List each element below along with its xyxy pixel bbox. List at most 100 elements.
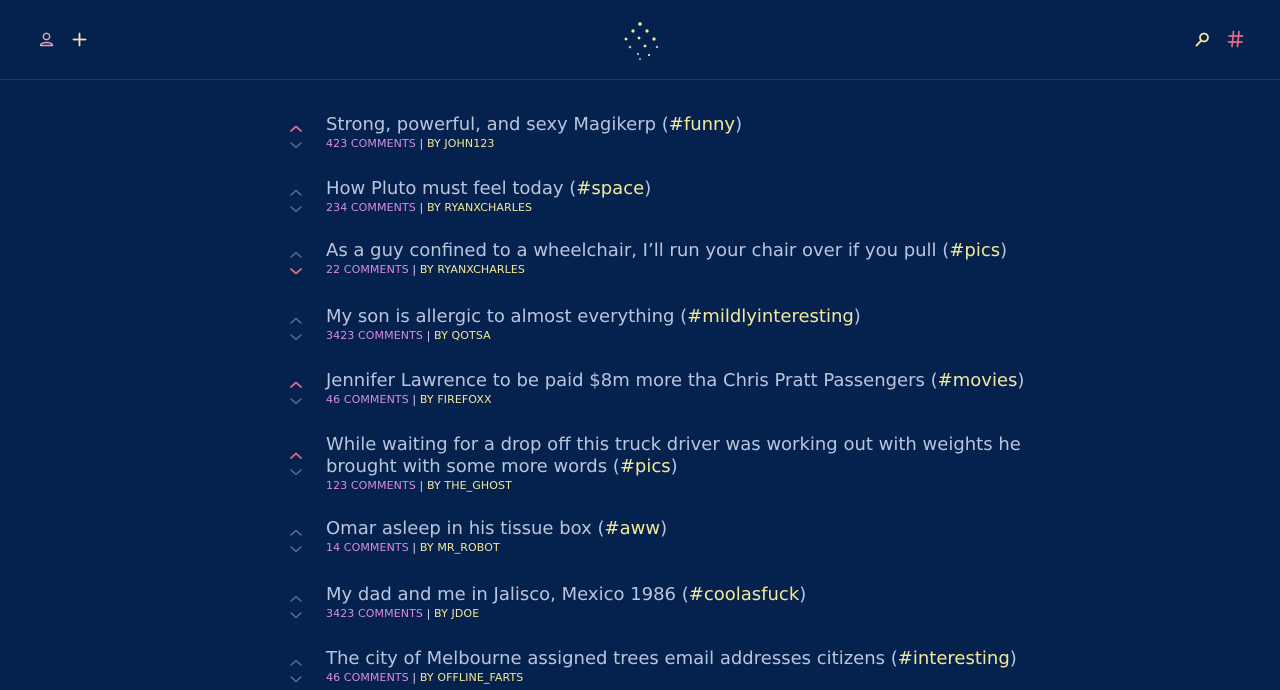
meta-separator: | <box>412 263 417 276</box>
post-meta: 46 COMMENTS | BY OFFLINE_FARTS <box>326 671 1026 685</box>
comments-link[interactable]: 46 COMMENTS <box>326 671 409 684</box>
upvote-arrow-icon[interactable] <box>289 124 303 133</box>
post-tag[interactable]: #funny <box>669 114 735 135</box>
post-tag[interactable]: #pics <box>620 456 671 477</box>
post-title-text[interactable]: Strong, powerful, and sexy Magikerp <box>326 114 656 135</box>
post-tag[interactable]: #aww <box>605 518 661 539</box>
post-item: Omar asleep in his tissue box (#aww) 14 … <box>286 518 1026 555</box>
post-title-text[interactable]: How Pluto must feel today <box>326 178 564 199</box>
post-title-text[interactable]: My dad and me in Jalisco, Mexico 1986 <box>326 584 676 605</box>
post-meta: 123 COMMENTS | BY THE_GHOST <box>326 479 1026 493</box>
author-link[interactable]: JOHN123 <box>444 137 494 150</box>
downvote-arrow-icon[interactable] <box>289 675 303 684</box>
vote-controls <box>289 370 303 410</box>
post-tag[interactable]: #pics <box>949 240 1000 261</box>
upvote-arrow-icon[interactable] <box>289 594 303 603</box>
downvote-arrow-icon[interactable] <box>289 267 303 276</box>
meta-separator: | <box>419 137 424 150</box>
author-link[interactable]: OFFLINE_FARTS <box>437 671 523 684</box>
user-icon[interactable] <box>38 31 55 48</box>
comments-link[interactable]: 123 COMMENTS <box>326 479 416 492</box>
downvote-arrow-icon[interactable] <box>289 397 303 406</box>
post-title[interactable]: How Pluto must feel today (#space) <box>326 178 1026 200</box>
by-label: BY <box>419 393 434 406</box>
comments-link[interactable]: 234 COMMENTS <box>326 201 416 214</box>
post-meta: 423 COMMENTS | BY JOHN123 <box>326 137 1026 151</box>
post-item: As a guy confined to a wheelchair, I’ll … <box>286 240 1026 277</box>
post-title[interactable]: The city of Melbourne assigned trees ema… <box>326 648 1026 670</box>
by-label: BY <box>426 137 441 150</box>
post-title[interactable]: As a guy confined to a wheelchair, I’ll … <box>326 240 1026 262</box>
meta-separator: | <box>419 479 424 492</box>
vote-controls <box>289 584 303 624</box>
post-title-text[interactable]: While waiting for a drop off this truck … <box>326 434 1021 477</box>
comments-link[interactable]: 22 COMMENTS <box>326 263 409 276</box>
by-label: BY <box>426 479 441 492</box>
upvote-arrow-icon[interactable] <box>289 316 303 325</box>
post-title-text[interactable]: As a guy confined to a wheelchair, I’ll … <box>326 240 937 261</box>
upvote-arrow-icon[interactable] <box>289 528 303 537</box>
author-link[interactable]: THE_GHOST <box>444 479 512 492</box>
upvote-arrow-icon[interactable] <box>289 451 303 460</box>
post-title[interactable]: My dad and me in Jalisco, Mexico 1986 (#… <box>326 584 1026 606</box>
plus-icon[interactable] <box>71 31 88 48</box>
upvote-arrow-icon[interactable] <box>289 658 303 667</box>
author-link[interactable]: RYANXCHARLES <box>444 201 532 214</box>
comments-link[interactable]: 46 COMMENTS <box>326 393 409 406</box>
post-tag[interactable]: #interesting <box>898 648 1010 669</box>
post-item: While waiting for a drop off this truck … <box>286 434 1026 493</box>
vote-controls <box>289 114 303 154</box>
upvote-arrow-icon[interactable] <box>289 250 303 259</box>
post-title[interactable]: Omar asleep in his tissue box (#aww) <box>326 518 1026 540</box>
downvote-arrow-icon[interactable] <box>289 205 303 214</box>
post-meta: 14 COMMENTS | BY MR_ROBOT <box>326 541 1026 555</box>
by-label: BY <box>426 201 441 214</box>
post-item: The city of Melbourne assigned trees ema… <box>286 648 1026 685</box>
downvote-arrow-icon[interactable] <box>289 545 303 554</box>
post-tag[interactable]: #coolasfuck <box>689 584 799 605</box>
hash-icon[interactable] <box>1227 30 1244 48</box>
vote-controls <box>289 178 303 218</box>
downvote-arrow-icon[interactable] <box>289 333 303 342</box>
downvote-arrow-icon[interactable] <box>289 141 303 150</box>
post-tag[interactable]: #mildlyinteresting <box>687 306 854 327</box>
author-link[interactable]: QOTSA <box>452 329 491 342</box>
post-title-text[interactable]: Jennifer Lawrence to be paid $8m more th… <box>326 370 925 391</box>
vote-controls <box>289 306 303 346</box>
post-title-text[interactable]: My son is allergic to almost everything <box>326 306 674 327</box>
by-label: BY <box>419 263 434 276</box>
post-title[interactable]: Jennifer Lawrence to be paid $8m more th… <box>326 370 1026 392</box>
post-tag[interactable]: #space <box>576 178 644 199</box>
vote-controls <box>289 240 303 280</box>
post-meta: 234 COMMENTS | BY RYANXCHARLES <box>326 201 1026 215</box>
author-link[interactable]: FIREFOXX <box>437 393 491 406</box>
vote-controls <box>289 518 303 558</box>
by-label: BY <box>434 329 448 342</box>
post-title[interactable]: My son is allergic to almost everything … <box>326 306 1026 328</box>
downvote-arrow-icon[interactable] <box>289 611 303 620</box>
meta-separator: | <box>412 671 417 684</box>
logo-dots-icon <box>624 22 659 60</box>
author-link[interactable]: MR_ROBOT <box>437 541 499 554</box>
comments-link[interactable]: 14 COMMENTS <box>326 541 409 554</box>
post-title[interactable]: While waiting for a drop off this truck … <box>326 434 1026 478</box>
post-tag[interactable]: #movies <box>938 370 1018 391</box>
meta-separator: | <box>412 541 417 554</box>
downvote-arrow-icon[interactable] <box>289 468 303 477</box>
post-title[interactable]: Strong, powerful, and sexy Magikerp (#fu… <box>326 114 1026 136</box>
author-link[interactable]: JDOE <box>452 607 480 620</box>
post-item: How Pluto must feel today (#space) 234 C… <box>286 178 1026 215</box>
upvote-arrow-icon[interactable] <box>289 188 303 197</box>
comments-link[interactable]: 423 COMMENTS <box>326 137 416 150</box>
comments-link[interactable]: 3423 COMMENTS <box>326 329 423 342</box>
by-label: BY <box>419 671 434 684</box>
meta-separator: | <box>426 607 431 620</box>
post-title-text[interactable]: Omar asleep in his tissue box <box>326 518 592 539</box>
author-link[interactable]: RYANXCHARLES <box>437 263 525 276</box>
comments-link[interactable]: 3423 COMMENTS <box>326 607 423 620</box>
post-meta: 46 COMMENTS | BY FIREFOXX <box>326 393 1026 407</box>
post-meta: 3423 COMMENTS | BY QOTSA <box>326 329 1026 343</box>
post-title-text[interactable]: The city of Melbourne assigned trees ema… <box>326 648 885 669</box>
search-icon[interactable] <box>1194 31 1211 48</box>
upvote-arrow-icon[interactable] <box>289 380 303 389</box>
